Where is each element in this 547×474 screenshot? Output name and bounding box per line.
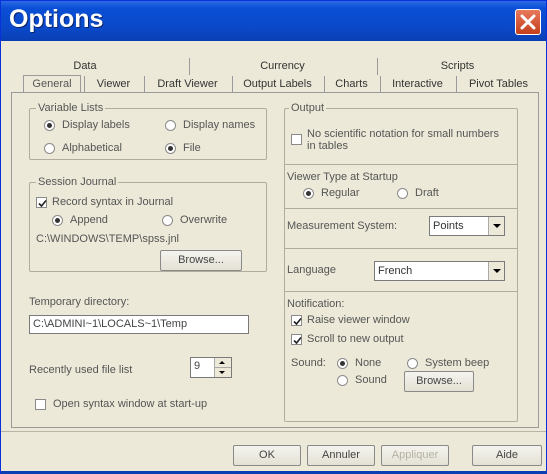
no-scientific-checkbox[interactable] bbox=[291, 134, 302, 145]
append-radio[interactable] bbox=[52, 215, 63, 226]
chevron-down-icon[interactable] bbox=[488, 262, 504, 280]
append-label: Append bbox=[70, 214, 108, 226]
scroll-output-checkbox[interactable] bbox=[291, 334, 302, 345]
measurement-system-label: Measurement System: bbox=[287, 220, 398, 232]
file-radio[interactable] bbox=[165, 143, 176, 154]
raise-viewer-label: Raise viewer window bbox=[307, 314, 410, 326]
sound-file-label: Sound bbox=[355, 374, 387, 386]
output-label: Output bbox=[289, 102, 327, 114]
tab-charts[interactable]: Charts bbox=[324, 76, 378, 93]
open-syntax-checkbox[interactable] bbox=[35, 399, 46, 410]
tab-output-labels[interactable]: Output Labels bbox=[232, 76, 322, 93]
language-label: Language bbox=[287, 264, 336, 276]
tab-draft-viewer[interactable]: Draft Viewer bbox=[144, 76, 230, 93]
measurement-system-select[interactable]: Points bbox=[429, 216, 505, 236]
tab-interactive[interactable]: Interactive bbox=[380, 76, 454, 93]
help-button[interactable]: Aide bbox=[472, 445, 542, 466]
display-labels-radio[interactable] bbox=[44, 120, 55, 131]
alphabetical-label: Alphabetical bbox=[62, 142, 122, 154]
recent-files-spinner[interactable] bbox=[214, 358, 231, 377]
general-tab-panel: Variable Lists Display labels Display na… bbox=[11, 92, 539, 428]
display-names-label: Display names bbox=[183, 119, 256, 131]
tab-strip: Data Currency Scripts General Viewer Dra… bbox=[1, 41, 546, 93]
sound-none-label: None bbox=[355, 357, 382, 369]
spinner-up-arrow-icon[interactable] bbox=[215, 358, 231, 368]
file-label: File bbox=[183, 142, 201, 154]
journal-path: C:\WINDOWS\TEMP\spss.jnl bbox=[36, 233, 180, 245]
regular-label: Regular bbox=[321, 187, 360, 199]
title-bar[interactable]: Options bbox=[1, 1, 546, 41]
display-labels-label: Display labels bbox=[62, 119, 130, 131]
recent-files-value: 9 bbox=[194, 360, 201, 372]
divider bbox=[285, 208, 517, 209]
draft-radio[interactable] bbox=[397, 188, 408, 199]
recent-files-input[interactable]: 9 bbox=[190, 357, 232, 378]
footer-divider bbox=[1, 431, 546, 432]
tab-pivot-tables[interactable]: Pivot Tables bbox=[456, 76, 540, 93]
language-select[interactable]: French bbox=[374, 261, 505, 281]
tab-currency[interactable]: Currency bbox=[189, 58, 375, 75]
draft-label: Draft bbox=[415, 187, 439, 199]
spinner-down-arrow-icon[interactable] bbox=[215, 368, 231, 378]
ok-button[interactable]: OK bbox=[233, 445, 301, 466]
record-syntax-label: Record syntax in Journal bbox=[52, 196, 174, 208]
right-options-group: Output No scientific notation for small … bbox=[284, 102, 518, 422]
divider bbox=[285, 248, 517, 249]
sound-browse-button[interactable]: Browse... bbox=[404, 371, 474, 392]
system-beep-radio[interactable] bbox=[407, 358, 418, 369]
session-journal-label: Session Journal bbox=[36, 176, 119, 188]
divider bbox=[285, 164, 517, 165]
variable-lists-group: Variable Lists Display labels Display na… bbox=[29, 102, 267, 160]
no-scientific-label-line2: in tables bbox=[307, 140, 348, 152]
regular-radio[interactable] bbox=[303, 188, 314, 199]
tab-scripts[interactable]: Scripts bbox=[377, 58, 537, 75]
chevron-down-icon[interactable] bbox=[488, 217, 504, 235]
measurement-system-value: Points bbox=[433, 220, 464, 232]
cancel-button[interactable]: Annuler bbox=[307, 445, 375, 466]
overwrite-label: Overwrite bbox=[180, 214, 228, 226]
recent-files-label: Recently used file list bbox=[29, 364, 133, 376]
overwrite-radio[interactable] bbox=[162, 215, 173, 226]
open-syntax-label: Open syntax window at start-up bbox=[53, 398, 208, 410]
tab-viewer[interactable]: Viewer bbox=[84, 76, 142, 93]
session-journal-group: Session Journal Record syntax in Journal… bbox=[29, 176, 267, 272]
raise-viewer-checkbox[interactable] bbox=[291, 315, 302, 326]
no-scientific-label-line1: No scientific notation for small numbers bbox=[307, 128, 499, 140]
sound-file-radio[interactable] bbox=[337, 375, 348, 386]
temporary-directory-input[interactable]: C:\ADMINI~1\LOCALS~1\Temp bbox=[29, 315, 249, 334]
display-names-radio[interactable] bbox=[165, 120, 176, 131]
checkmark-icon bbox=[293, 317, 302, 326]
checkmark-icon bbox=[38, 199, 47, 208]
temporary-directory-label: Temporary directory: bbox=[29, 296, 130, 308]
window-title: Options bbox=[9, 5, 104, 33]
variable-lists-label: Variable Lists bbox=[36, 102, 106, 114]
sound-label: Sound: bbox=[291, 357, 326, 369]
close-icon bbox=[520, 14, 536, 30]
tab-data[interactable]: Data bbox=[15, 58, 155, 75]
scroll-output-label: Scroll to new output bbox=[307, 333, 404, 345]
language-value: French bbox=[378, 265, 413, 277]
alphabetical-radio[interactable] bbox=[44, 143, 55, 154]
checkmark-icon bbox=[293, 336, 302, 345]
close-button[interactable] bbox=[515, 9, 541, 35]
record-syntax-checkbox[interactable] bbox=[36, 197, 47, 208]
viewer-type-label: Viewer Type at Startup bbox=[287, 171, 398, 183]
divider bbox=[285, 291, 517, 292]
system-beep-label: System beep bbox=[425, 357, 490, 369]
sound-none-radio[interactable] bbox=[337, 358, 348, 369]
journal-browse-button[interactable]: Browse... bbox=[160, 250, 242, 271]
options-dialog: Options Data Currency Scripts General Vi… bbox=[0, 0, 547, 474]
tab-general[interactable]: General bbox=[23, 75, 81, 93]
apply-button[interactable]: Appliquer bbox=[381, 445, 449, 466]
notification-label: Notification: bbox=[287, 298, 345, 310]
